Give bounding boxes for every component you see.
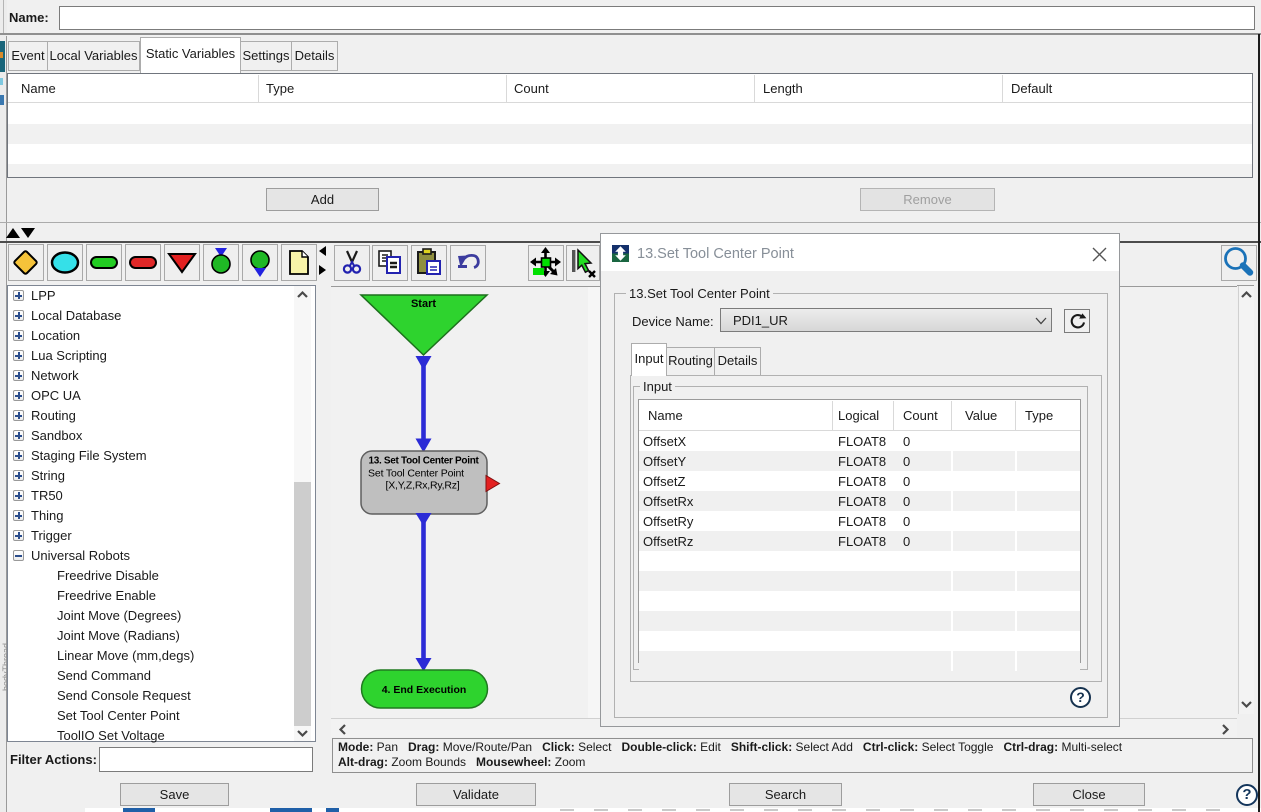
svg-text:13. Set Tool Center Point: 13. Set Tool Center Point <box>368 456 479 467</box>
svg-text:4. End Execution: 4. End Execution <box>382 684 467 696</box>
svg-text:[X,Y,Z,Rx,Ry,Rz]: [X,Y,Z,Rx,Ry,Rz] <box>385 480 459 492</box>
svg-text:Start: Start <box>411 298 436 310</box>
svg-text:Set Tool Center Point: Set Tool Center Point <box>368 468 464 480</box>
